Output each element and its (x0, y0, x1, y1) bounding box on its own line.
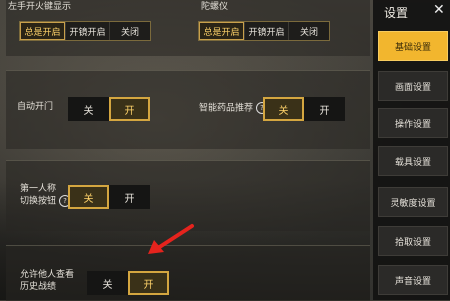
fpp-label-line2: 切换按钮 (20, 196, 57, 207)
auto-door-toggle: 关 开 (68, 97, 150, 121)
history-label-line1: 允许他人查看 (20, 270, 75, 280)
left-fire-selector: 总是开启 开镜开启 关闭 (19, 21, 151, 41)
sidebar-title: 设置 (384, 6, 409, 20)
gyro-option-off[interactable]: 关闭 (289, 22, 329, 40)
gyro-label: 陀螺仪 (201, 2, 229, 12)
sidebar-item-pickup[interactable]: 拾取设置 (378, 226, 448, 256)
smart-med-label: 智能药品推荐 (199, 103, 254, 114)
smart-med-on[interactable]: 开 (304, 97, 345, 121)
smart-med-label-wrap: 智能药品推荐? (199, 102, 269, 115)
sidebar-item-controls[interactable]: 操作设置 (378, 108, 448, 138)
smart-med-toggle: 关 开 (263, 97, 345, 121)
red-arrow-icon (148, 224, 194, 254)
sidebar-item-sensitivity[interactable]: 灵敏度设置 (378, 187, 448, 217)
left-fire-option-scope[interactable]: 开镜开启 (66, 22, 110, 40)
gyro-selector: 总是开启 开镜开启 关闭 (198, 21, 330, 41)
smart-med-off[interactable]: 关 (263, 97, 304, 121)
auto-door-label: 自动开门 (17, 102, 54, 112)
settings-panel: 左手开火键显示 总是开启 开镜开启 关闭 陀螺仪 总是开启 开镜开启 关闭 自动… (0, 0, 373, 301)
left-fire-option-off[interactable]: 关闭 (110, 22, 150, 40)
history-off[interactable]: 关 (87, 271, 128, 295)
left-fire-label: 左手开火键显示 (8, 2, 72, 12)
history-on[interactable]: 开 (128, 271, 169, 295)
auto-door-off[interactable]: 关 (68, 97, 109, 121)
gyro-option-always[interactable]: 总是开启 (199, 22, 245, 40)
left-fire-option-always[interactable]: 总是开启 (20, 22, 66, 40)
sidebar-item-basic[interactable]: 基础设置 (378, 31, 448, 61)
fpp-label-line2-wrap: 切换按钮? (20, 195, 72, 208)
auto-door-on[interactable]: 开 (109, 97, 150, 121)
fpp-toggle: 关 开 (68, 185, 150, 209)
sidebar-item-graphics[interactable]: 画面设置 (378, 71, 448, 101)
close-icon[interactable]: ✕ (433, 2, 445, 18)
history-label-line2: 历史战绩 (20, 282, 57, 292)
history-toggle: 关 开 (87, 271, 169, 295)
fpp-off[interactable]: 关 (68, 185, 109, 209)
gyro-option-scope[interactable]: 开镜开启 (245, 22, 289, 40)
fpp-label-line1: 第一人称 (20, 184, 57, 194)
fpp-on[interactable]: 开 (109, 185, 150, 209)
sidebar-item-sound[interactable]: 声音设置 (378, 265, 448, 295)
sidebar-item-vehicle[interactable]: 载具设置 (378, 146, 448, 176)
